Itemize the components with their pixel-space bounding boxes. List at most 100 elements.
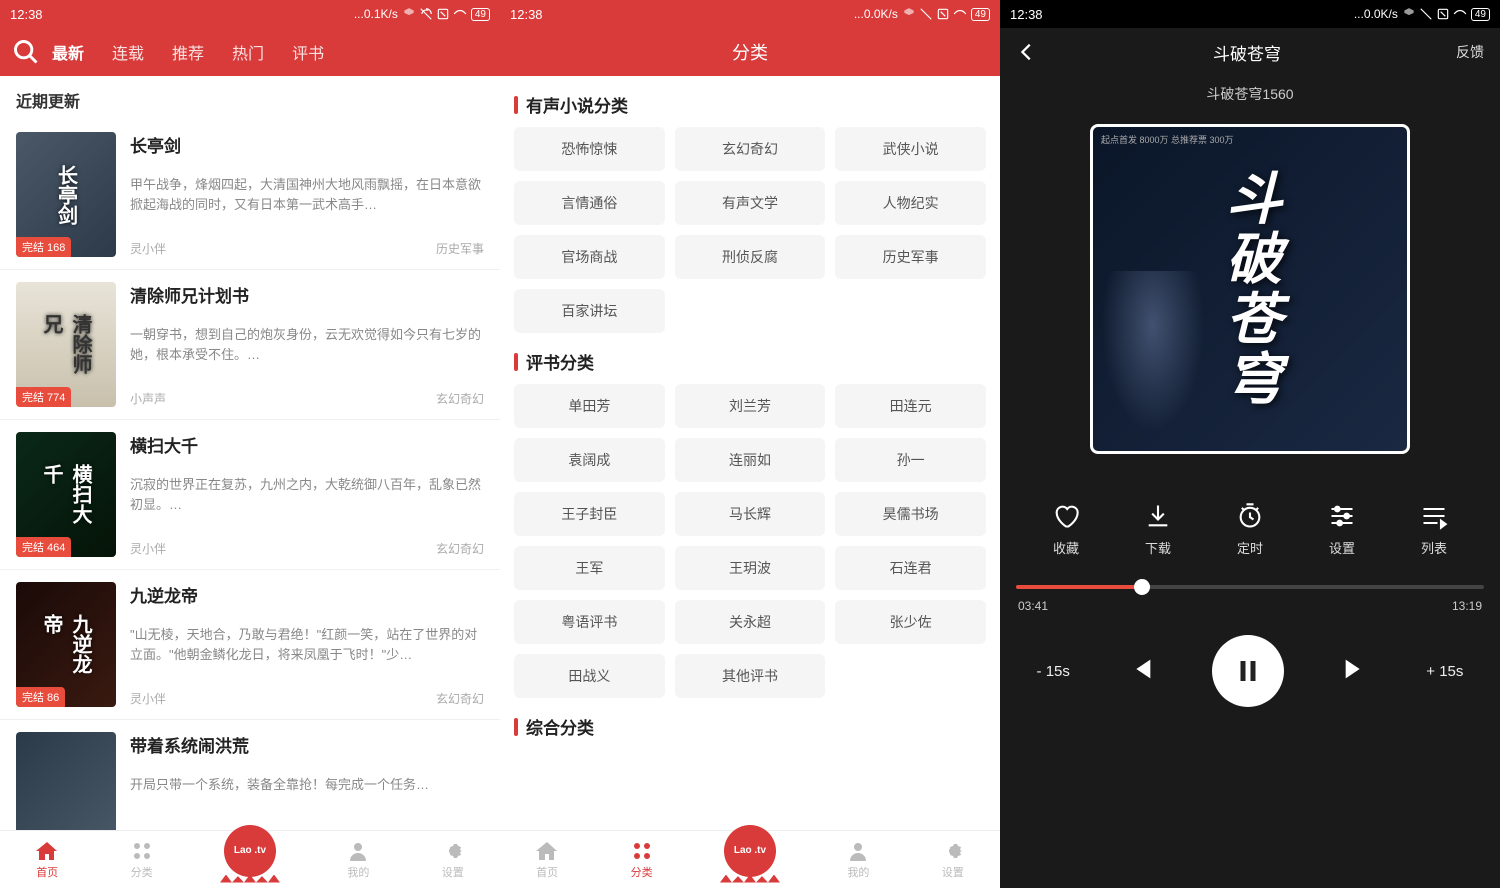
- category-chip[interactable]: 昊儒书场: [835, 492, 986, 536]
- category-section-header: 有声小说分类: [514, 76, 986, 127]
- category-chip[interactable]: 玄幻奇幻: [675, 127, 826, 171]
- category-chip[interactable]: 连丽如: [675, 438, 826, 482]
- category-chip[interactable]: 刑侦反腐: [675, 235, 826, 279]
- tab-hot[interactable]: 热门: [232, 40, 264, 64]
- status-icons: [402, 7, 467, 21]
- player-header: 斗破苍穹 反馈: [1000, 28, 1500, 76]
- prev-icon: [1127, 655, 1155, 683]
- prev-button[interactable]: [1127, 655, 1155, 688]
- book-title: 九逆龙帝: [130, 582, 484, 607]
- next-button[interactable]: [1341, 655, 1369, 688]
- album-art: 起点首发 8000万 总推荐票 300万 斗破苍穹: [1090, 124, 1410, 454]
- tab-recommend[interactable]: 推荐: [172, 40, 204, 64]
- nav-category[interactable]: 分类: [630, 839, 654, 880]
- category-chip[interactable]: 粤语评书: [514, 600, 665, 644]
- header-bar: 分类: [500, 28, 1000, 76]
- category-chip[interactable]: 百家讲坛: [514, 289, 665, 333]
- category-chip[interactable]: 恐怖惊悚: [514, 127, 665, 171]
- skip-back-button[interactable]: - 15s: [1037, 663, 1070, 680]
- category-chip[interactable]: 田战义: [514, 654, 665, 698]
- back-icon[interactable]: [1016, 41, 1038, 63]
- category-chip[interactable]: 其他评书: [675, 654, 826, 698]
- nav-center-logo[interactable]: Lao .tv: [224, 825, 276, 877]
- playlist-button[interactable]: 列表: [1420, 502, 1448, 557]
- status-net: ...0.1K/s: [354, 7, 398, 21]
- feedback-button[interactable]: 反馈: [1456, 42, 1484, 62]
- tab-latest[interactable]: 最新: [52, 40, 84, 64]
- category-chip[interactable]: 石连君: [835, 546, 986, 590]
- status-badge: 完结 168: [16, 237, 71, 257]
- book-list[interactable]: 近期更新 长亭剑完结 168 长亭剑 甲午战争，烽烟四起，大清国神州大地风雨飘摇…: [0, 76, 500, 830]
- status-badge: 完结 86: [16, 687, 65, 707]
- book-item[interactable]: 长亭剑完结 168 长亭剑 甲午战争，烽烟四起，大清国神州大地风雨飘摇，在日本意…: [0, 120, 500, 270]
- progress-fill: [1016, 585, 1142, 589]
- category-section-header: 综合分类: [514, 698, 986, 749]
- book-desc: 沉寂的世界正在复苏，九州之内，大乾统御八百年，乱象已然初显。…: [130, 475, 484, 534]
- category-chip[interactable]: 单田芳: [514, 384, 665, 428]
- time-current: 03:41: [1018, 599, 1048, 613]
- category-chip[interactable]: 刘兰芳: [675, 384, 826, 428]
- category-chip[interactable]: 言情通俗: [514, 181, 665, 225]
- progress-thumb[interactable]: [1134, 579, 1150, 595]
- category-chip[interactable]: 历史军事: [835, 235, 986, 279]
- category-chip[interactable]: 孙一: [835, 438, 986, 482]
- status-net: ...0.0K/s: [854, 7, 898, 21]
- book-item[interactable]: 九逆龙帝完结 86 九逆龙帝 "山无棱，天地合，乃敢与君绝！"红颜一笑，站在了世…: [0, 570, 500, 720]
- timer-button[interactable]: 定时: [1236, 502, 1264, 557]
- book-title: 横扫大千: [130, 432, 484, 457]
- skip-fwd-button[interactable]: + 15s: [1426, 663, 1463, 680]
- category-chip[interactable]: 王军: [514, 546, 665, 590]
- book-cover: 长亭剑完结 168: [16, 132, 116, 257]
- nav-category[interactable]: 分类: [130, 839, 154, 880]
- category-chip[interactable]: 王玥波: [675, 546, 826, 590]
- search-icon[interactable]: [12, 38, 40, 66]
- category-chip[interactable]: 官场商战: [514, 235, 665, 279]
- player-title: 斗破苍穹: [1213, 40, 1281, 65]
- nav-settings[interactable]: 设置: [941, 839, 965, 880]
- category-chip[interactable]: 武侠小说: [835, 127, 986, 171]
- time-total: 13:19: [1452, 599, 1482, 613]
- book-desc: 一朝穿书，想到自己的炮灰身份，云无欢觉得如今只有七岁的她，根本承受不住。…: [130, 325, 484, 384]
- battery-level: 49: [971, 8, 990, 21]
- category-chip[interactable]: 张少佐: [835, 600, 986, 644]
- category-chip[interactable]: 马长辉: [675, 492, 826, 536]
- category-chip[interactable]: 人物纪实: [835, 181, 986, 225]
- status-badge: 完结 774: [16, 387, 71, 407]
- category-chip[interactable]: 关永超: [675, 600, 826, 644]
- book-item[interactable]: 带着系统闹洪荒 开局只带一个系统，装备全靠抢！每完成一个任务…: [0, 720, 500, 830]
- nav-mine[interactable]: 我的: [846, 839, 870, 880]
- category-chip[interactable]: 有声文学: [675, 181, 826, 225]
- tab-serial[interactable]: 连载: [112, 40, 144, 64]
- player-subtitle: 斗破苍穹1560: [1000, 76, 1500, 124]
- book-item[interactable]: 横扫大千完结 464 横扫大千 沉寂的世界正在复苏，九州之内，大乾统御八百年，乱…: [0, 420, 500, 570]
- settings-button[interactable]: 设置: [1328, 502, 1356, 557]
- page-title: 分类: [512, 39, 988, 65]
- book-item[interactable]: 清除师兄完结 774 清除师兄计划书 一朝穿书，想到自己的炮灰身份，云无欢觉得如…: [0, 270, 500, 420]
- book-author: 灵小伴: [130, 540, 166, 557]
- player-actions: 收藏 下载 定时 设置 列表: [1000, 454, 1500, 585]
- book-cover: 清除师兄完结 774: [16, 282, 116, 407]
- book-desc: 开局只带一个系统，装备全靠抢！每完成一个任务…: [130, 775, 484, 830]
- favorite-button[interactable]: 收藏: [1052, 502, 1080, 557]
- nav-home[interactable]: 首页: [535, 839, 559, 880]
- progress-bar[interactable]: [1016, 585, 1484, 589]
- book-title: 长亭剑: [130, 132, 484, 157]
- status-icons: [1402, 7, 1467, 21]
- category-chip[interactable]: 田连元: [835, 384, 986, 428]
- category-content[interactable]: 有声小说分类恐怖惊悚玄幻奇幻武侠小说言情通俗有声文学人物纪实官场商战刑侦反腐历史…: [500, 76, 1000, 830]
- book-cover: 横扫大千完结 464: [16, 432, 116, 557]
- book-cover: [16, 732, 116, 830]
- nav-mine[interactable]: 我的: [346, 839, 370, 880]
- nav-center-logo[interactable]: Lao .tv: [724, 825, 776, 877]
- book-author: 灵小伴: [130, 690, 166, 707]
- nav-home[interactable]: 首页: [35, 839, 59, 880]
- download-button[interactable]: 下载: [1144, 502, 1172, 557]
- top-tabs: 最新 连载 推荐 热门 评书: [52, 40, 324, 64]
- book-cover: 九逆龙帝完结 86: [16, 582, 116, 707]
- tab-pingshu[interactable]: 评书: [292, 40, 324, 64]
- nav-settings[interactable]: 设置: [441, 839, 465, 880]
- category-chip[interactable]: 袁阔成: [514, 438, 665, 482]
- category-chip[interactable]: 王子封臣: [514, 492, 665, 536]
- next-icon: [1341, 655, 1369, 683]
- pause-button[interactable]: [1212, 635, 1284, 707]
